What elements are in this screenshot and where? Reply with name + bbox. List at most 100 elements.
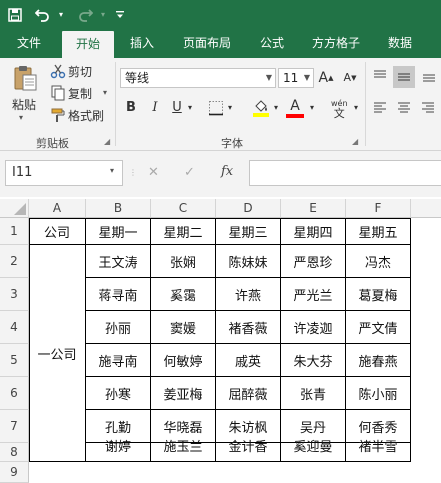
cancel-entry-button[interactable]: ✕ [148, 165, 159, 180]
data-cell[interactable]: 屈醉薇 [216, 377, 281, 410]
column-header[interactable]: A [29, 199, 86, 218]
column-header[interactable]: B [86, 199, 151, 218]
data-cell[interactable]: 严文倩 [346, 311, 411, 344]
data-cell[interactable]: 严恩珍 [281, 245, 346, 278]
header-cell-weekday[interactable]: 星期二 [151, 218, 216, 245]
data-cell[interactable]: 王文涛 [86, 245, 151, 278]
bold-button[interactable]: B [124, 98, 138, 118]
data-cell[interactable]: 张青 [281, 377, 346, 410]
header-cell-company[interactable]: 公司 [29, 218, 86, 245]
copy-icon[interactable] [50, 85, 66, 101]
confirm-entry-button[interactable]: ✓ [184, 165, 195, 180]
tab-page-layout[interactable]: 页面布局 [174, 29, 240, 58]
align-bottom-icon[interactable] [421, 68, 437, 84]
font-color-dropdown-icon[interactable]: ▾ [308, 98, 316, 118]
insert-function-button[interactable]: fx [221, 164, 233, 179]
font-launcher-icon[interactable]: ◢ [352, 137, 358, 146]
tab-file[interactable]: 文件 [6, 29, 52, 58]
column-header[interactable]: D [216, 199, 281, 218]
data-cell[interactable]: 谢婷 [86, 430, 151, 462]
data-cell[interactable]: 施寻南 [86, 344, 151, 377]
align-left-icon[interactable] [372, 100, 388, 116]
row-header[interactable]: 7 [0, 410, 29, 443]
data-cell[interactable]: 孙寒 [86, 377, 151, 410]
align-center-icon[interactable] [396, 100, 412, 116]
row-header[interactable]: 1 [0, 218, 29, 245]
underline-button[interactable]: U [170, 98, 184, 118]
data-cell[interactable]: 金计香 [216, 430, 281, 462]
cut-icon[interactable] [50, 63, 66, 79]
chevron-down-icon[interactable]: ▼ [304, 69, 310, 87]
tab-data[interactable]: 数据 [380, 29, 420, 58]
format-painter-icon[interactable] [50, 107, 66, 123]
cut-button[interactable]: 剪切 [68, 63, 92, 80]
undo-dropdown-icon[interactable]: ▾ [56, 0, 66, 29]
tab-home[interactable]: 开始 [62, 31, 114, 58]
font-size-combo[interactable]: 11 ▼ [278, 68, 314, 88]
underline-dropdown-icon[interactable]: ▾ [186, 98, 194, 118]
column-header[interactable]: C [151, 199, 216, 218]
format-painter-button[interactable]: 格式刷 [68, 107, 104, 124]
header-cell-weekday[interactable]: 星期一 [86, 218, 151, 245]
grow-font-button[interactable]: A▲ [318, 68, 334, 88]
data-cell[interactable]: 冯杰 [346, 245, 411, 278]
data-cell[interactable]: 戚英 [216, 344, 281, 377]
fill-color-dropdown-icon[interactable]: ▾ [272, 98, 280, 118]
row-header[interactable]: 6 [0, 377, 29, 410]
row-header[interactable]: 5 [0, 344, 29, 377]
data-cell[interactable]: 许燕 [216, 278, 281, 311]
row-header[interactable]: 2 [0, 245, 29, 278]
column-header[interactable] [411, 199, 441, 218]
italic-button[interactable]: I [148, 98, 162, 118]
phonetic-dropdown-icon[interactable]: ▾ [352, 98, 360, 118]
merged-company-cell[interactable]: 一公司 [29, 245, 86, 462]
save-icon[interactable] [2, 0, 28, 29]
tab-insert[interactable]: 插入 [122, 29, 162, 58]
phonetic-guide-button[interactable]: wén 文 [331, 99, 348, 119]
header-cell-weekday[interactable]: 星期五 [346, 218, 411, 245]
data-cell[interactable]: 施春燕 [346, 344, 411, 377]
tab-fangfang-gezi[interactable]: 方方格子 [304, 29, 368, 58]
data-cell[interactable]: 朱大芬 [281, 344, 346, 377]
fill-color-icon[interactable] [252, 98, 270, 118]
header-cell-weekday[interactable]: 星期三 [216, 218, 281, 245]
row-header[interactable]: 9 [0, 462, 29, 483]
data-cell[interactable]: 张娴 [151, 245, 216, 278]
copy-dropdown-icon[interactable]: ▾ [103, 88, 107, 97]
undo-icon[interactable] [32, 0, 54, 29]
align-top-icon[interactable] [372, 68, 388, 84]
data-cell[interactable]: 奚迎曼 [281, 430, 346, 462]
data-cell[interactable]: 陈小丽 [346, 377, 411, 410]
data-cell[interactable]: 施玉兰 [151, 430, 216, 462]
row-header[interactable]: 8 [0, 443, 29, 462]
font-name-combo[interactable]: 等线 ▼ [120, 68, 276, 88]
chevron-down-icon[interactable]: ▼ [266, 69, 272, 87]
data-cell[interactable]: 窦媛 [151, 311, 216, 344]
row-header[interactable]: 3 [0, 278, 29, 311]
name-box-dropdown-icon[interactable]: ▾ [110, 166, 114, 175]
data-cell[interactable]: 严光兰 [281, 278, 346, 311]
data-cell[interactable]: 陈妹妹 [216, 245, 281, 278]
column-header[interactable]: E [281, 199, 346, 218]
data-cell[interactable]: 孙丽 [86, 311, 151, 344]
customize-icon[interactable] [114, 0, 126, 29]
paste-icon[interactable] [10, 63, 40, 93]
data-cell[interactable]: 蒋寻南 [86, 278, 151, 311]
borders-icon[interactable] [208, 100, 224, 116]
paste-button[interactable]: 粘贴 [12, 96, 36, 113]
copy-button[interactable]: 复制 [68, 85, 92, 102]
header-cell-weekday[interactable]: 星期四 [281, 218, 346, 245]
font-color-button[interactable]: A [288, 96, 302, 116]
name-box[interactable]: I11 [5, 160, 123, 186]
data-cell[interactable]: 何敏婷 [151, 344, 216, 377]
formula-input[interactable] [249, 160, 441, 186]
tab-formulas[interactable]: 公式 [252, 29, 292, 58]
data-cell[interactable]: 许凌迦 [281, 311, 346, 344]
data-cell[interactable]: 葛夏梅 [346, 278, 411, 311]
column-header[interactable]: F [346, 199, 411, 218]
borders-dropdown-icon[interactable]: ▾ [226, 98, 234, 118]
paste-dropdown-icon[interactable]: ▾ [19, 113, 23, 122]
data-cell[interactable]: 姜亚梅 [151, 377, 216, 410]
data-cell[interactable]: 褚半雪 [346, 430, 411, 462]
row-header[interactable]: 4 [0, 311, 29, 344]
